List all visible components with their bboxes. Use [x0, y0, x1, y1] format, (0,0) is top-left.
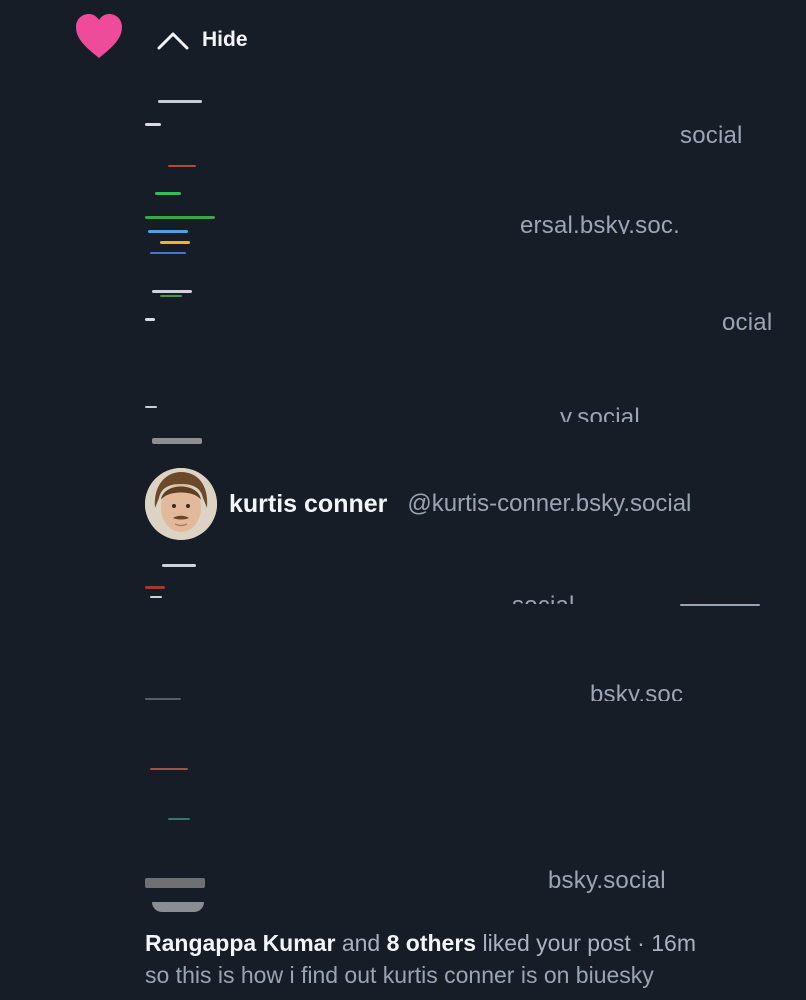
obscured-handle: social: [512, 592, 575, 604]
glitch-artifact: [152, 438, 202, 444]
conjunction: and: [341, 930, 381, 956]
timestamp: 16m: [651, 930, 696, 956]
glitch-artifact: [680, 604, 760, 606]
obscured-handle: bsky.soc: [590, 681, 684, 701]
avatar[interactable]: [145, 468, 217, 540]
glitch-artifact: [152, 902, 204, 912]
user-handle: @kurtis-conner.bsky.social: [407, 490, 692, 517]
glitch-artifact: [145, 318, 155, 321]
glitch-artifact: [152, 290, 192, 293]
glitch-artifact: [150, 252, 186, 254]
chevron-up-icon: [157, 32, 189, 50]
notification-line: Rangappa Kumar and 8 others liked your p…: [145, 928, 785, 958]
notification-summary[interactable]: Rangappa Kumar and 8 others liked your p…: [145, 928, 785, 992]
others-count[interactable]: 8 others: [387, 930, 476, 956]
obscured-handle: ersal.bsky.soc.: [520, 212, 680, 234]
glitch-artifact: [168, 165, 196, 167]
separator: ·: [637, 930, 645, 956]
action-text: liked your post: [482, 930, 631, 956]
glitch-artifact: [160, 241, 190, 244]
glitch-artifact: [155, 192, 181, 195]
glitch-artifact: [158, 100, 202, 103]
glitch-artifact: [150, 768, 188, 770]
hide-label: Hide: [202, 28, 248, 51]
glitch-artifact: [160, 295, 182, 297]
glitch-artifact: [145, 123, 161, 126]
obscured-handle: ocial: [722, 309, 773, 336]
user-display-name[interactable]: kurtis conner: [229, 490, 387, 519]
glitch-artifact: [145, 406, 157, 408]
glitch-artifact: [150, 596, 162, 598]
obscured-handle: bsky.social: [548, 867, 666, 894]
glitch-artifact: [145, 586, 165, 589]
hide-toggle-button[interactable]: Hide: [156, 28, 248, 52]
glitch-artifact: [145, 698, 181, 700]
glitch-artifact: [145, 878, 205, 888]
glitch-artifact: [162, 564, 196, 567]
post-preview[interactable]: so this is how i find out kurtis conner …: [145, 958, 785, 992]
obscured-handle: social: [680, 122, 743, 149]
avatar-photo: [145, 468, 217, 540]
glitch-artifact: [148, 230, 188, 233]
user-row-kurtis-conner[interactable]: kurtis conner @kurtis-conner.bsky.social: [145, 468, 691, 540]
obscured-handle: y.social: [560, 404, 640, 422]
actor-name[interactable]: Rangappa Kumar: [145, 930, 335, 956]
glitch-artifact: [145, 216, 215, 219]
heart-icon: [76, 14, 122, 58]
glitch-artifact: [168, 818, 190, 820]
